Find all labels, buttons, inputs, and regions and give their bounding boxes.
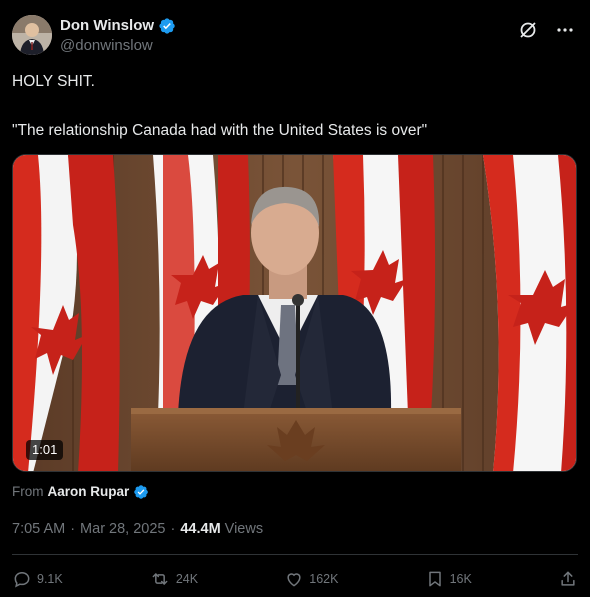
reply-count: 9.1K	[37, 572, 63, 586]
repost-count: 24K	[175, 572, 199, 586]
author-names: Don Winslow @donwinslow	[60, 17, 176, 56]
repost-icon	[152, 573, 168, 585]
heart-icon	[287, 573, 301, 587]
tweet-text-line-2: "The relationship Canada had with the Un…	[12, 122, 428, 139]
slash-circle-icon[interactable]	[518, 20, 538, 40]
bookmark-button[interactable]: 16K	[425, 569, 472, 589]
header-actions	[518, 20, 574, 40]
tweet-text-line-1: HOLY SHIT.	[12, 73, 95, 90]
tweet-time[interactable]: 7:05 AM	[12, 519, 65, 539]
from-label: From	[12, 484, 44, 499]
action-bar: 9.1K 24K 162K 16K	[12, 566, 578, 592]
repost-button[interactable]: 24K	[149, 569, 198, 589]
display-name-row[interactable]: Don Winslow	[60, 17, 176, 35]
meta-separator: ·	[170, 521, 176, 537]
avatar[interactable]	[12, 15, 52, 55]
podium	[131, 408, 461, 471]
views-label: Views	[224, 521, 264, 537]
bookmark-count: 16K	[449, 572, 472, 586]
reply-button[interactable]: 9.1K	[12, 569, 63, 589]
divider	[12, 554, 578, 555]
bookmark-icon	[428, 571, 441, 587]
like-button[interactable]: 162K	[284, 569, 338, 589]
source-attribution: From Aaron Rupar	[12, 482, 149, 502]
share-button[interactable]	[558, 569, 578, 589]
more-dots-icon[interactable]	[556, 21, 574, 39]
video-player[interactable]: 1:01	[12, 154, 577, 472]
verified-badge-icon[interactable]	[133, 484, 149, 500]
views-count: 44.4M	[180, 521, 221, 537]
meta-separator: ·	[70, 521, 76, 537]
author-handle[interactable]: @donwinslow	[60, 36, 176, 56]
video-thumbnail	[13, 155, 576, 471]
like-count: 162K	[309, 572, 339, 586]
tweet-header: Don Winslow @donwinslow	[12, 14, 578, 58]
source-author-link[interactable]: Aaron Rupar	[48, 482, 130, 502]
tweet-card: Don Winslow @donwinslow HOLY SHIT. "The …	[0, 0, 590, 597]
verified-badge-icon[interactable]	[158, 17, 176, 35]
display-name[interactable]: Don Winslow	[60, 17, 154, 35]
share-icon	[561, 571, 575, 586]
tweet-meta: 7:05 AM · Mar 28, 2025 · 44.4M Views	[12, 519, 263, 539]
tweet-date[interactable]: Mar 28, 2025	[80, 519, 165, 539]
reply-icon	[14, 571, 30, 588]
video-duration-badge: 1:01	[26, 440, 64, 460]
